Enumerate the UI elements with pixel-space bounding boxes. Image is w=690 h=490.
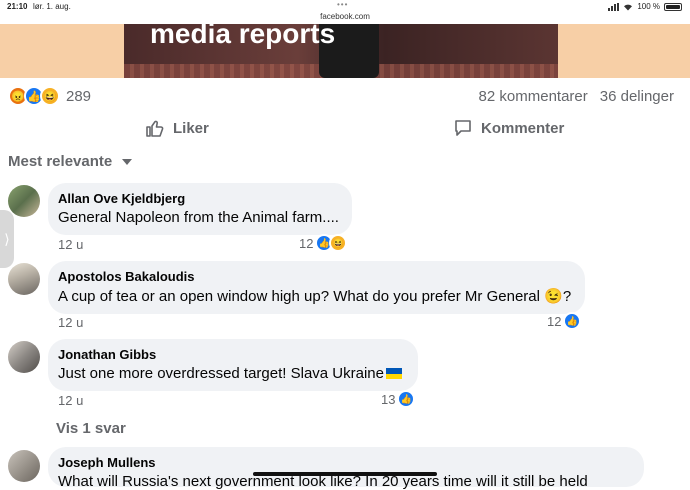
comment-reaction-count: 13 [381, 391, 396, 407]
post-actions: Liker Kommenter [0, 116, 690, 140]
like-reaction-icon: 👍 [397, 390, 416, 408]
avatar[interactable] [8, 263, 40, 295]
status-bar: 21:10 lør. 1. aug. ••• facebook.com 100 … [0, 0, 690, 24]
comment-text: General Napoleon from the Animal farm...… [58, 209, 339, 226]
like-reaction-icon: 👍 [563, 312, 582, 330]
avatar[interactable] [8, 450, 40, 482]
comment-sort-dropdown[interactable]: Mest relevante [8, 153, 133, 170]
wifi-icon [624, 4, 633, 10]
status-date: lør. 1. aug. [33, 2, 71, 11]
battery-icon [664, 2, 682, 11]
chevron-right-icon: ⟩ [4, 230, 10, 247]
sidebar-handle[interactable]: ⟩ [0, 210, 14, 268]
like-label: Liker [173, 119, 209, 137]
haha-reaction-icon: 😆 [40, 86, 60, 106]
sort-label: Mest relevante [8, 153, 113, 170]
comment-reactions[interactable]: 12 👍 [547, 312, 582, 330]
url-label[interactable]: facebook.com [0, 12, 690, 21]
comment-text: Just one more overdressed target! Slava … [58, 365, 384, 382]
comment-icon [455, 120, 471, 136]
post-headline: media reports [150, 18, 336, 49]
comment-bubble: Joseph Mullens What will Russia's next g… [48, 447, 644, 490]
post-stats: 82 kommentarer 36 delinger [479, 88, 674, 105]
comment-text-suffix: ? [562, 288, 572, 305]
comment-age[interactable]: 12 u [58, 393, 83, 408]
haha-reaction-icon: 😆 [329, 234, 348, 252]
status-time: 21:10 [7, 2, 28, 11]
comment-author[interactable]: Joseph Mullens [58, 455, 632, 470]
comment-bubble: Apostolos Bakaloudis A cup of tea or an … [48, 261, 585, 314]
status-indicators: 100 % [608, 2, 682, 11]
comment-label: Kommenter [481, 119, 565, 137]
comment-reactions[interactable]: 13 👍 [381, 390, 416, 408]
comment-author[interactable]: Jonathan Gibbs [58, 347, 406, 362]
avatar[interactable] [8, 185, 40, 217]
reaction-summary[interactable]: 😠 👍 😆 289 [8, 86, 91, 106]
comment-button[interactable]: Kommenter [453, 118, 690, 138]
battery-percent: 100 % [637, 2, 660, 11]
comment-reaction-count: 12 [299, 235, 314, 251]
post-image[interactable]: media reports [0, 18, 690, 78]
ukraine-flag-icon [386, 368, 402, 379]
comments-count[interactable]: 82 kommentarer [479, 88, 588, 105]
comment-reactions[interactable]: 12 👍 😆 [299, 234, 348, 252]
comment-bubble: Jonathan Gibbs Just one more overdressed… [48, 339, 418, 391]
chevron-down-icon [122, 158, 133, 165]
comment-text-row: Just one more overdressed target! Slava … [58, 365, 406, 382]
comment-bubble: Allan Ove Kjeldbjerg General Napoleon fr… [48, 183, 352, 235]
like-button[interactable]: Liker [145, 118, 209, 138]
comment-age[interactable]: 12 u [58, 315, 83, 330]
shares-count[interactable]: 36 delinger [600, 88, 674, 105]
comment-age[interactable]: 12 u [58, 237, 83, 252]
multitasking-dots-icon[interactable]: ••• [337, 0, 348, 9]
avatar[interactable] [8, 341, 40, 373]
view-replies-link[interactable]: Vis 1 svar [56, 420, 126, 437]
comment-text-row: A cup of tea or an open window high up? … [58, 287, 573, 305]
comment-author[interactable]: Allan Ove Kjeldbjerg [58, 191, 340, 206]
comment-author[interactable]: Apostolos Bakaloudis [58, 269, 573, 284]
home-indicator[interactable] [253, 472, 437, 476]
thumbs-up-icon [146, 120, 164, 137]
comment-reaction-count: 12 [547, 313, 562, 329]
comment-text: A cup of tea or an open window high up? … [58, 288, 540, 305]
signal-icon [608, 2, 620, 11]
wink-emoji: 😉 [544, 288, 563, 305]
reaction-count: 289 [66, 87, 92, 105]
